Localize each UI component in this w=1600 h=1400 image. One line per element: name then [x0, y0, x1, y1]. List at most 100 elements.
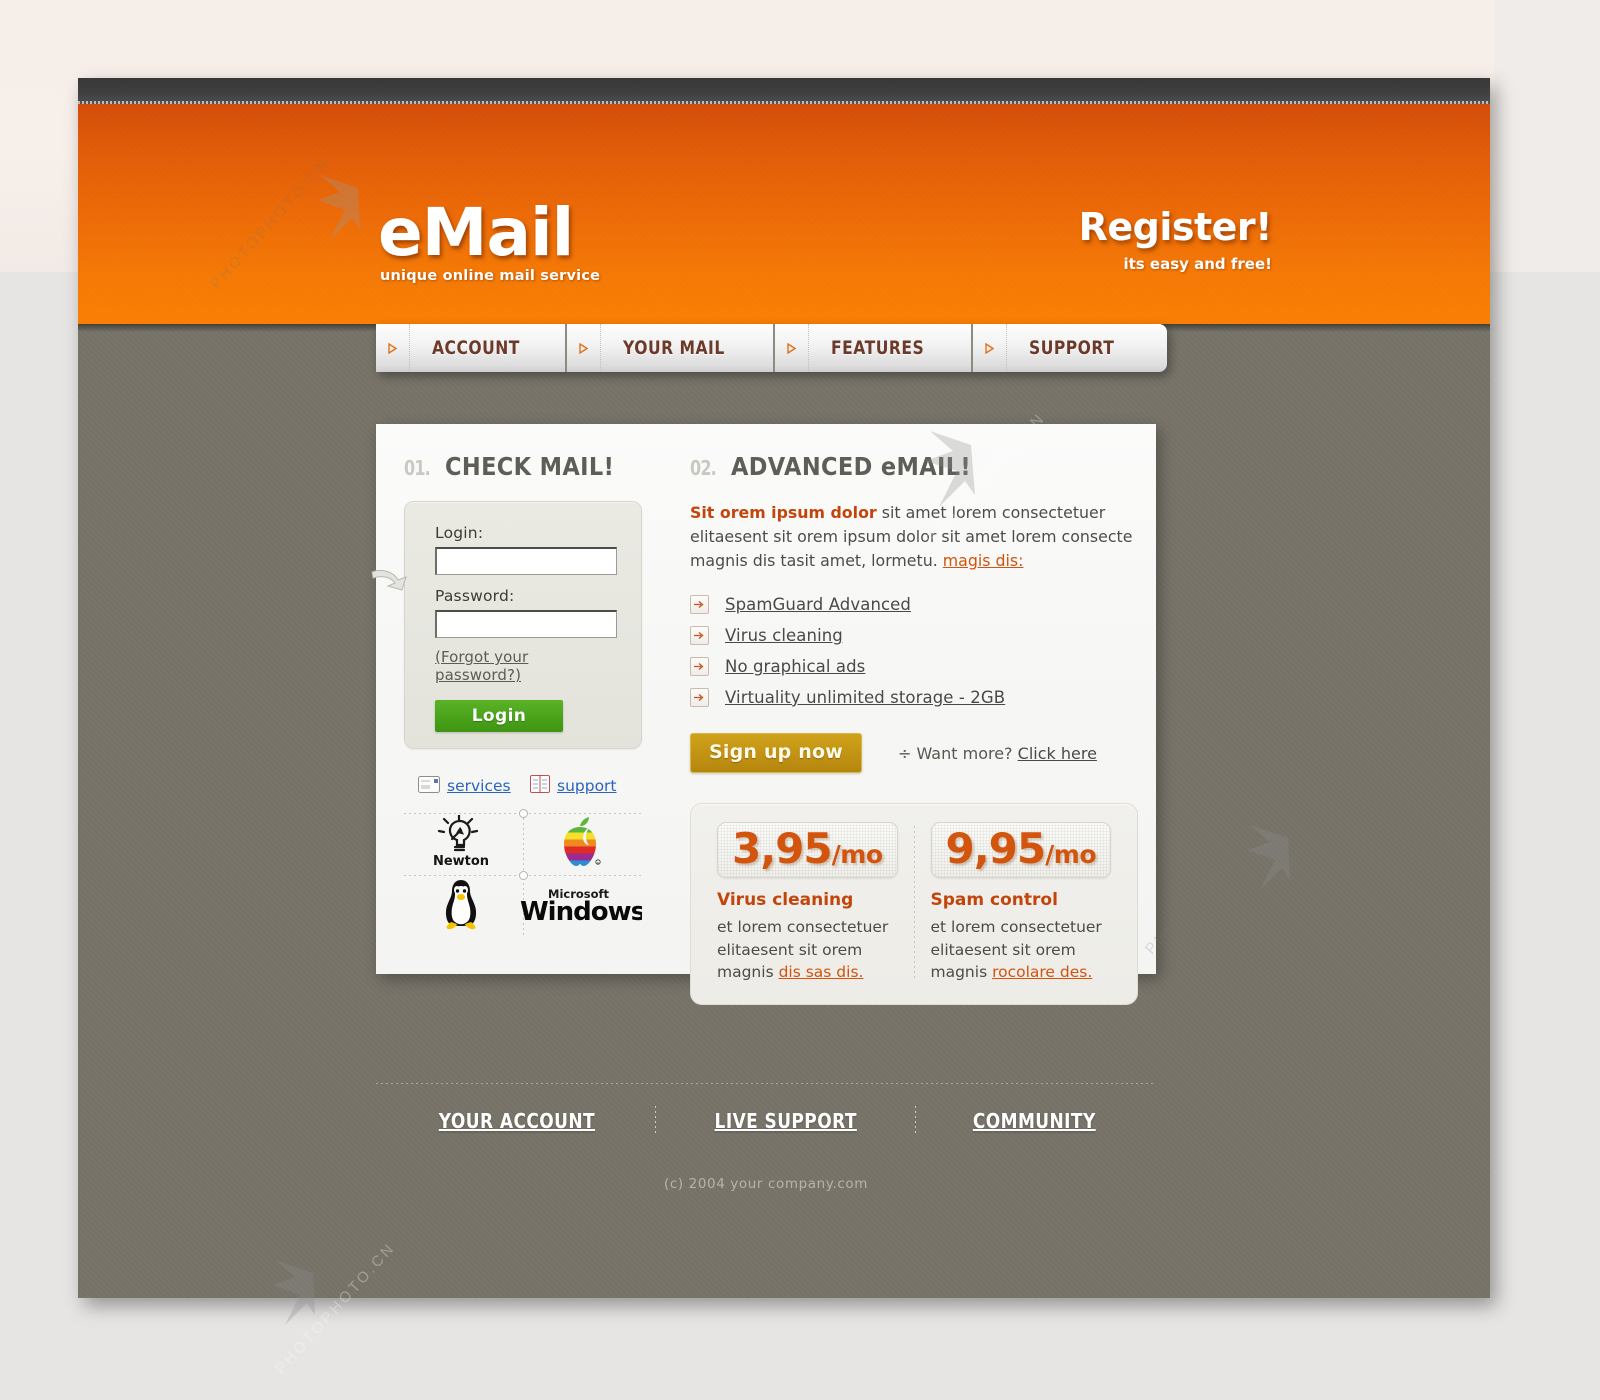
- price-amount: 9,95: [945, 824, 1047, 873]
- feature-item-storage[interactable]: Virtuality unlimited storage - 2GB: [690, 688, 1138, 707]
- logo-cell-linux: [404, 875, 518, 937]
- section-title: CHECK MAIL!: [445, 452, 615, 481]
- login-button[interactable]: Login: [435, 700, 563, 732]
- pricing-panel: 3,95/mo Virus cleaning et lorem consecte…: [690, 803, 1138, 1005]
- price-chip: 3,95/mo: [717, 822, 898, 879]
- advanced-email-heading: 02. ADVANCED eMAIL!: [690, 452, 1138, 481]
- pointer-arrow-icon: [368, 564, 412, 604]
- svg-text:Windows: Windows: [520, 897, 642, 926]
- windows-logo: Microsoft Windows: [518, 882, 647, 930]
- brand-tagline: unique online mail service: [380, 268, 601, 284]
- triangle-right-icon: [567, 324, 602, 372]
- nav-tab-features[interactable]: FEATURES: [775, 324, 974, 372]
- partner-logo-grid: Newton R Microsoft Windows: [404, 809, 647, 937]
- quick-link-label: support: [557, 777, 617, 795]
- price-period: /mo: [1045, 840, 1096, 869]
- copyright-text: (c) 2004 your company.com: [664, 1176, 868, 1192]
- nav-tab-label: FEATURES: [831, 337, 925, 359]
- intro-lead-link[interactable]: magis dis:: [943, 551, 1024, 570]
- nav-tab-label: SUPPORT: [1029, 337, 1115, 359]
- footer-divider: [376, 1083, 1156, 1084]
- footer-link-community[interactable]: COMMUNITY: [934, 1109, 1135, 1133]
- nav-tab-label: ACCOUNT: [432, 337, 520, 359]
- feature-item-no-ads[interactable]: No graphical ads: [690, 657, 1138, 676]
- arrow-right-icon: [690, 626, 709, 645]
- feature-item-spamguard[interactable]: SpamGuard Advanced: [690, 595, 1138, 614]
- feature-label: SpamGuard Advanced: [725, 595, 911, 614]
- advanced-email-column: 02. ADVANCED eMAIL! Sit orem ipsum dolor…: [664, 424, 1162, 1005]
- footer-link-your-account[interactable]: YOUR ACCOUNT: [400, 1109, 634, 1133]
- feature-list: SpamGuard Advanced Virus cleaning No gra…: [690, 595, 1138, 707]
- content-panel: 01. CHECK MAIL! Login: Password: (Forgot…: [371, 424, 1156, 1005]
- quick-links-row: services support: [404, 775, 642, 797]
- footer-navigation: YOUR ACCOUNT LIVE SUPPORT COMMUNITY: [376, 1106, 1156, 1136]
- price-plan-name: Spam control: [930, 890, 1058, 911]
- quick-link-support[interactable]: support: [530, 775, 642, 797]
- main-navigation: ACCOUNT YOUR MAIL FEATURES SUPPORT: [376, 324, 1168, 372]
- intro-paragraph: Sit orem ipsum dolor sit amet lorem cons…: [690, 501, 1138, 573]
- password-field-label: Password:: [435, 587, 515, 605]
- price-description-link[interactable]: rocolare des.: [992, 963, 1092, 981]
- forgot-password-link[interactable]: (Forgot your password?): [435, 648, 617, 684]
- want-more-text: ÷ Want more? Click here: [898, 744, 1097, 763]
- nav-tab-your-mail[interactable]: YOUR MAIL: [567, 324, 776, 372]
- nav-tab-support[interactable]: SUPPORT: [973, 324, 1168, 372]
- svg-text:Newton: Newton: [433, 854, 489, 869]
- nav-tab-account[interactable]: ACCOUNT: [376, 324, 568, 372]
- login-field-label: Login:: [435, 524, 484, 542]
- register-subtitle: its easy and free!: [1123, 255, 1272, 273]
- feature-item-virus-cleaning[interactable]: Virus cleaning: [690, 626, 1138, 645]
- price-description-link[interactable]: dis sas dis.: [779, 963, 864, 981]
- want-more-link[interactable]: Click here: [1018, 744, 1097, 763]
- apple-logo: R: [556, 815, 604, 873]
- register-callout[interactable]: Register! its easy and free!: [1078, 205, 1273, 273]
- feature-label: Virtuality unlimited storage - 2GB: [725, 688, 1006, 707]
- price-plan-name: Virus cleaning: [717, 890, 854, 911]
- check-mail-heading: 01. CHECK MAIL!: [404, 452, 642, 481]
- footer-link-live-support[interactable]: LIVE SUPPORT: [675, 1109, 895, 1133]
- section-number: 02.: [690, 456, 717, 480]
- book-icon: [530, 775, 550, 797]
- cta-row: Sign up now ÷ Want more? Click here: [690, 733, 1138, 773]
- check-mail-column: 01. CHECK MAIL! Login: Password: (Forgot…: [371, 424, 664, 974]
- login-form: Login: Password: (Forgot your password?)…: [371, 501, 642, 749]
- pricing-card-spam-control: 9,95/mo Spam control et lorem consectetu…: [921, 822, 1122, 984]
- feature-label: Virus cleaning: [725, 626, 843, 645]
- svg-text:R: R: [597, 861, 599, 865]
- logo-cell-newton: Newton: [404, 813, 518, 875]
- price-amount: 3,95: [732, 824, 833, 873]
- section-number: 01.: [404, 456, 431, 480]
- brand-title: eMail: [378, 194, 574, 271]
- linux-logo: [437, 876, 485, 936]
- password-input[interactable]: [435, 610, 617, 638]
- triangle-right-icon: [973, 324, 1008, 372]
- nav-tab-label: YOUR MAIL: [623, 337, 726, 359]
- triangle-right-icon: [775, 324, 810, 372]
- signup-button[interactable]: Sign up now: [690, 733, 863, 773]
- login-input[interactable]: [435, 547, 617, 575]
- triangle-right-icon: [376, 324, 410, 372]
- pricing-divider: [913, 826, 915, 980]
- want-more-prefix: ÷ Want more?: [898, 743, 1018, 763]
- newton-logo: Newton: [424, 813, 498, 873]
- arrow-right-icon: [690, 657, 709, 676]
- footer-separator: [654, 1106, 656, 1136]
- brand-logo[interactable]: eMail unique online mail service: [378, 194, 601, 285]
- footer-separator: [915, 1106, 917, 1136]
- quick-link-label: services: [447, 777, 511, 795]
- page-backdrop-top-right: [1495, 0, 1600, 272]
- section-title: ADVANCED eMAIL!: [731, 452, 972, 481]
- arrow-right-icon: [690, 595, 709, 614]
- price-period: /mo: [831, 840, 883, 869]
- window-topbar: [78, 78, 1490, 104]
- feature-label: No graphical ads: [725, 657, 866, 676]
- register-title: Register!: [1078, 205, 1273, 249]
- quick-link-services[interactable]: services: [418, 775, 530, 797]
- price-description: et lorem consectetuer elitaesent sit ore…: [931, 916, 1112, 984]
- pricing-card-virus-cleaning: 3,95/mo Virus cleaning et lorem consecte…: [707, 822, 908, 984]
- card-icon: [418, 775, 440, 797]
- price-description: et lorem consectetuer elitaesent sit ore…: [717, 916, 898, 984]
- logo-cell-windows: Microsoft Windows: [518, 875, 647, 937]
- price-chip: 9,95/mo: [930, 822, 1111, 879]
- logo-cell-apple: R: [518, 813, 642, 875]
